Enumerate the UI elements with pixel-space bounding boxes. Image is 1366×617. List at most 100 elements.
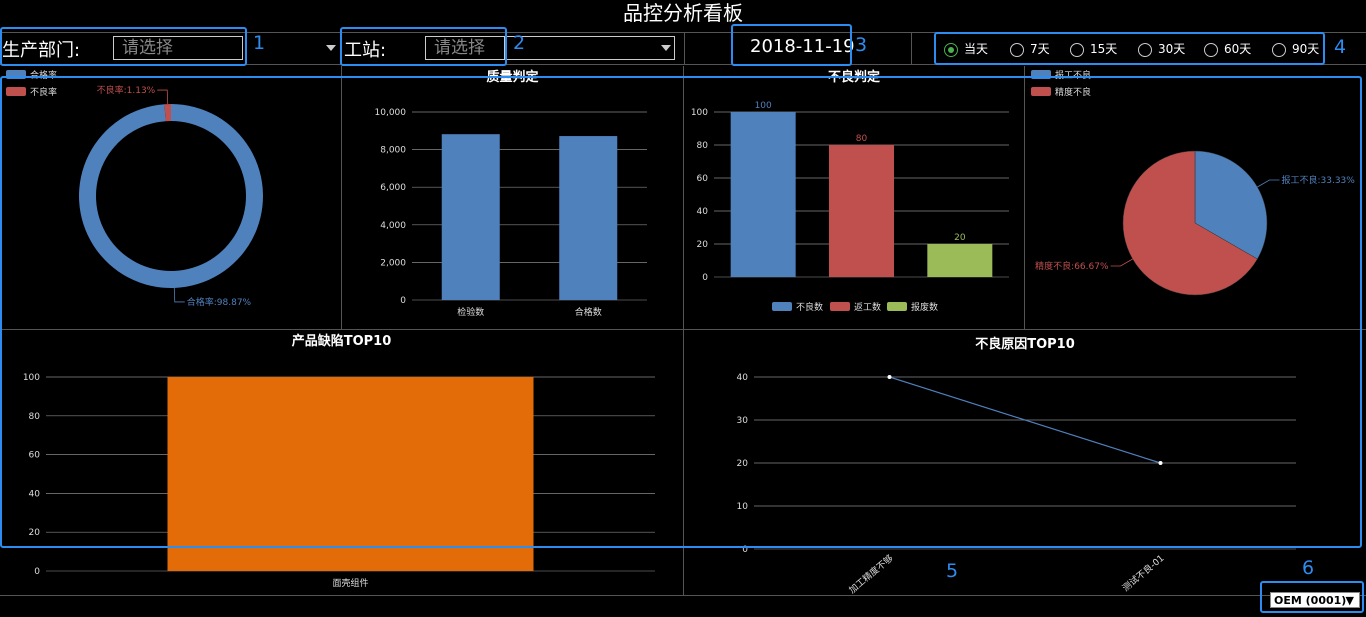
y-tick-label: 60: [697, 174, 709, 184]
annotation-number-3: 3: [855, 34, 868, 56]
y-tick-label: 6,000: [380, 183, 406, 193]
bar: [559, 136, 618, 300]
bar: [927, 244, 993, 277]
legend-swatch: [772, 302, 792, 311]
pie-slice-label: 精度不良:66.67%: [1035, 260, 1109, 272]
period-radio-label: 30天: [1158, 42, 1186, 56]
y-tick-label: 10,000: [375, 108, 407, 118]
legend-label: 精度不良: [1055, 86, 1091, 98]
pass-rate-donut-chart: 合格率:98.87% 不良率:1.13% 合格率不良率: [6, 69, 263, 308]
bar: [730, 112, 796, 277]
annotation-number-1: 1: [253, 32, 266, 54]
chart-title: 不良判定: [828, 69, 880, 85]
bar: [829, 145, 894, 277]
legend-label: 不良数: [796, 301, 823, 313]
period-radio-3[interactable]: 30天: [1138, 41, 1185, 57]
bar-value-label: 100: [755, 101, 772, 111]
annotation-number-6: 6: [1302, 557, 1315, 579]
legend-label: 合格率: [30, 69, 57, 81]
legend-swatch: [6, 70, 26, 79]
radio-circle-icon: [1070, 42, 1084, 57]
legend-swatch: [1031, 87, 1051, 96]
defect-type-pie-chart: 报工不良:33.33% 精度不良:66.67% 报工不良精度不良: [1031, 69, 1355, 296]
period-radio-label: 60天: [1224, 42, 1252, 56]
period-radio-label: 当天: [964, 42, 989, 56]
y-tick-label: 100: [23, 373, 40, 383]
chart-title: 质量判定: [486, 69, 538, 85]
bar-value-label: 80: [856, 134, 868, 144]
company-select[interactable]: OEM (0001) ▼: [1270, 592, 1360, 608]
radio-circle-icon: [1272, 42, 1286, 57]
y-tick-label: 100: [691, 108, 708, 118]
bar-value-label: 20: [954, 233, 966, 243]
page-title: 品控分析看板: [623, 1, 743, 25]
chevron-down-icon: ▼: [1345, 594, 1354, 607]
annotation-number-5: 5: [946, 560, 959, 582]
legend-swatch: [6, 87, 26, 96]
radio-circle-icon: [1204, 42, 1218, 57]
period-radio-0[interactable]: 当天: [944, 41, 988, 57]
annotation-number-4: 4: [1334, 36, 1347, 58]
period-radio-2[interactable]: 15天: [1070, 41, 1117, 57]
y-tick-label: 10: [737, 502, 749, 512]
product-defect-top10-chart: 产品缺陷TOP10 0 20 40 60 80 100 面壳组件: [23, 333, 655, 589]
y-tick-label: 2,000: [380, 258, 406, 268]
x-tick-label: 检验数: [457, 306, 484, 318]
period-radio-label: 90天: [1292, 42, 1320, 56]
period-radio-5[interactable]: 90天: [1272, 41, 1319, 57]
department-select[interactable]: 请选择: [113, 36, 243, 60]
quality-judgement-bar-chart: 质量判定 0 2,000 4,000 6,000 8,000 10,000 检验数 合格数: [375, 69, 647, 318]
department-label: 生产部门:: [2, 40, 81, 61]
radio-circle-icon: [1138, 42, 1152, 57]
x-tick-label: 测试不良-01: [1120, 552, 1167, 594]
radio-circle-icon: [944, 42, 958, 57]
station-dropdown[interactable]: [505, 36, 675, 60]
pie-slice-label: 报工不良:33.33%: [1281, 174, 1355, 186]
filter-toolbar: 生产部门: 请选择 工站: 请选择 2018-11-19 当天 7天 15天 30天 6…: [0, 32, 1366, 65]
pie-slice-label: 合格率:98.87%: [187, 296, 252, 308]
legend-swatch: [887, 302, 907, 311]
y-tick-label: 80: [29, 412, 41, 422]
pie-label-line: [1110, 258, 1133, 267]
date-display[interactable]: 2018-11-19: [750, 36, 855, 57]
y-tick-label: 20: [697, 240, 709, 250]
legend-label: 不良率: [30, 86, 57, 98]
chart-title: 不良原因TOP10: [975, 336, 1075, 352]
defect-reason-top10-chart: 不良原因TOP10 0 10 20 30 40 加工精度不够 测试不良-01: [737, 336, 1296, 596]
period-radio-label: 15天: [1090, 42, 1118, 56]
legend-label: 报废数: [911, 301, 938, 313]
legend-label: 报工不良: [1055, 69, 1091, 81]
y-tick-label: 8,000: [380, 146, 406, 156]
x-tick-label: 面壳组件: [332, 577, 368, 589]
bar: [167, 377, 534, 571]
pie-label-line: [1257, 179, 1280, 188]
radio-circle-icon: [1010, 42, 1024, 57]
bar: [441, 134, 500, 300]
y-tick-label: 0: [34, 567, 40, 577]
chevron-down-icon[interactable]: [661, 45, 671, 51]
data-point: [887, 375, 892, 379]
legend-swatch: [830, 302, 850, 311]
period-radio-4[interactable]: 60天: [1204, 41, 1251, 57]
legend-label: 返工数: [854, 301, 881, 313]
y-tick-label: 80: [697, 141, 709, 151]
chart-title: 产品缺陷TOP10: [292, 333, 392, 349]
y-tick-label: 0: [702, 273, 708, 283]
y-tick-label: 30: [737, 416, 749, 426]
chevron-down-icon[interactable]: [326, 45, 336, 51]
pie-slice-label: 不良率:1.13%: [97, 84, 156, 96]
station-select[interactable]: 请选择: [425, 36, 505, 60]
y-tick-label: 60: [29, 451, 41, 461]
station-label: 工站:: [344, 40, 387, 61]
period-radio-label: 7天: [1030, 42, 1050, 56]
y-tick-label: 40: [29, 489, 41, 499]
pie-label-line: [173, 287, 185, 303]
x-tick-label: 加工精度不够: [846, 552, 895, 596]
x-tick-label: 合格数: [575, 306, 602, 318]
period-radio-1[interactable]: 7天: [1010, 41, 1050, 57]
y-tick-label: 0: [400, 296, 406, 306]
defect-judgement-bar-chart: 不良判定 0 20 40 60 80 100 100 80 20 不良数 返工数 报废数: [691, 69, 1009, 313]
data-point: [1158, 461, 1163, 465]
y-tick-label: 40: [737, 373, 749, 383]
annotation-number-2: 2: [513, 32, 526, 54]
